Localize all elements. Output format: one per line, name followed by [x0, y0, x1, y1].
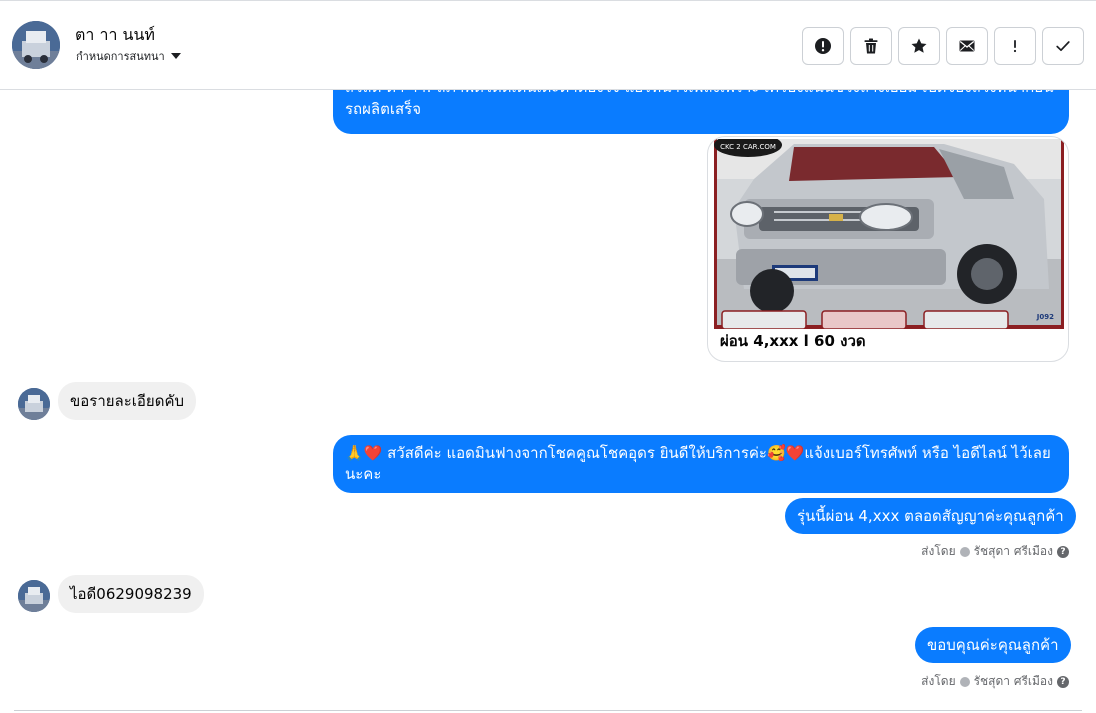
agent-status-icon [959, 676, 970, 687]
outgoing-message[interactable]: รุ่นนี้ผ่อน 4,xxx ตลอดสัญญาค่ะคุณลูกค้า [785, 498, 1076, 534]
important-button[interactable] [994, 27, 1036, 65]
agent-status-icon [959, 546, 970, 557]
avatar-photo [18, 388, 50, 420]
trash-icon [864, 38, 878, 54]
message-thread: สวัสดี ตา าา! สภาพดีโดดเด่นเด่ะตาต้องใจ … [0, 78, 1096, 713]
alert-circle-icon [815, 38, 831, 54]
star-button[interactable] [898, 27, 940, 65]
avatar-photo [18, 580, 50, 612]
sent-by-agent[interactable]: รัชสุดา ศรีเมือง [974, 542, 1053, 561]
help-icon[interactable]: ? [1057, 545, 1069, 558]
product-card-message[interactable]: CKC 2 CAR.COM J092 ผ่อน 4,xxx l 60 งวด [707, 136, 1069, 362]
avatar-photo [12, 21, 60, 69]
done-button[interactable] [1042, 27, 1084, 65]
caret-down-icon [170, 53, 181, 59]
sent-by-agent[interactable]: รัชสุดา ศรีเมือง [974, 672, 1053, 691]
composer-divider [14, 710, 1082, 711]
sent-by-prefix: ส่งโดย [921, 674, 956, 688]
message-text-line: รถผลิตเสร็จ [345, 100, 421, 118]
report-button[interactable] [802, 27, 844, 65]
sent-by-label: ส่งโดย รัชสุดา ศรีเมือง ? [921, 672, 1069, 691]
message-text-line: นะคะ [345, 465, 382, 483]
help-icon[interactable]: ? [1057, 675, 1069, 688]
pickup-truck-image: CKC 2 CAR.COM J092 [714, 139, 1064, 329]
emoji-prefix: 🙏❤️ [345, 444, 383, 462]
message-text-line: 🙏❤️ สวัสดีค่ะ แอดมินฟางจากโชคคูณโชคอุดร … [345, 444, 1051, 462]
inbox-conversation: ตา าา นนท์ กำหนดการสนทนา รถผลิตเสร็จ CKC… [0, 0, 1096, 713]
envelope-icon [959, 40, 975, 52]
image-watermark: CKC 2 CAR.COM [720, 143, 776, 151]
mark-unread-button[interactable] [946, 27, 988, 65]
outgoing-message[interactable]: ขอบคุณค่ะคุณลูกค้า [915, 627, 1071, 663]
assign-conversation-dropdown[interactable]: กำหนดการสนทนา [76, 47, 181, 65]
incoming-message[interactable]: ไอดี0629098239 [58, 575, 204, 613]
sent-by-prefix: ส่งโดย [921, 544, 956, 558]
incoming-message[interactable]: ขอรายละเอียดคับ [58, 382, 197, 420]
conversation-toolbar [802, 27, 1084, 65]
card-caption: ผ่อน 4,xxx l 60 งวด [720, 332, 866, 350]
conversation-header: ตา าา นนท์ กำหนดการสนทนา [0, 0, 1096, 90]
assign-label: กำหนดการสนทนา [76, 50, 165, 63]
outgoing-message[interactable]: 🙏❤️ สวัสดีค่ะ แอดมินฟางจากโชคคูณโชคอุดร … [333, 435, 1069, 493]
contact-avatar-small[interactable] [18, 388, 50, 420]
contact-avatar-small[interactable] [18, 580, 50, 612]
image-code: J092 [1036, 313, 1054, 321]
check-icon [1056, 41, 1070, 52]
star-icon [911, 38, 927, 53]
contact-name: ตา าา นนท์ [75, 25, 155, 44]
contact-avatar[interactable] [12, 21, 60, 69]
exclamation-icon [1013, 40, 1017, 53]
delete-button[interactable] [850, 27, 892, 65]
sent-by-label: ส่งโดย รัชสุดา ศรีเมือง ? [921, 542, 1069, 561]
